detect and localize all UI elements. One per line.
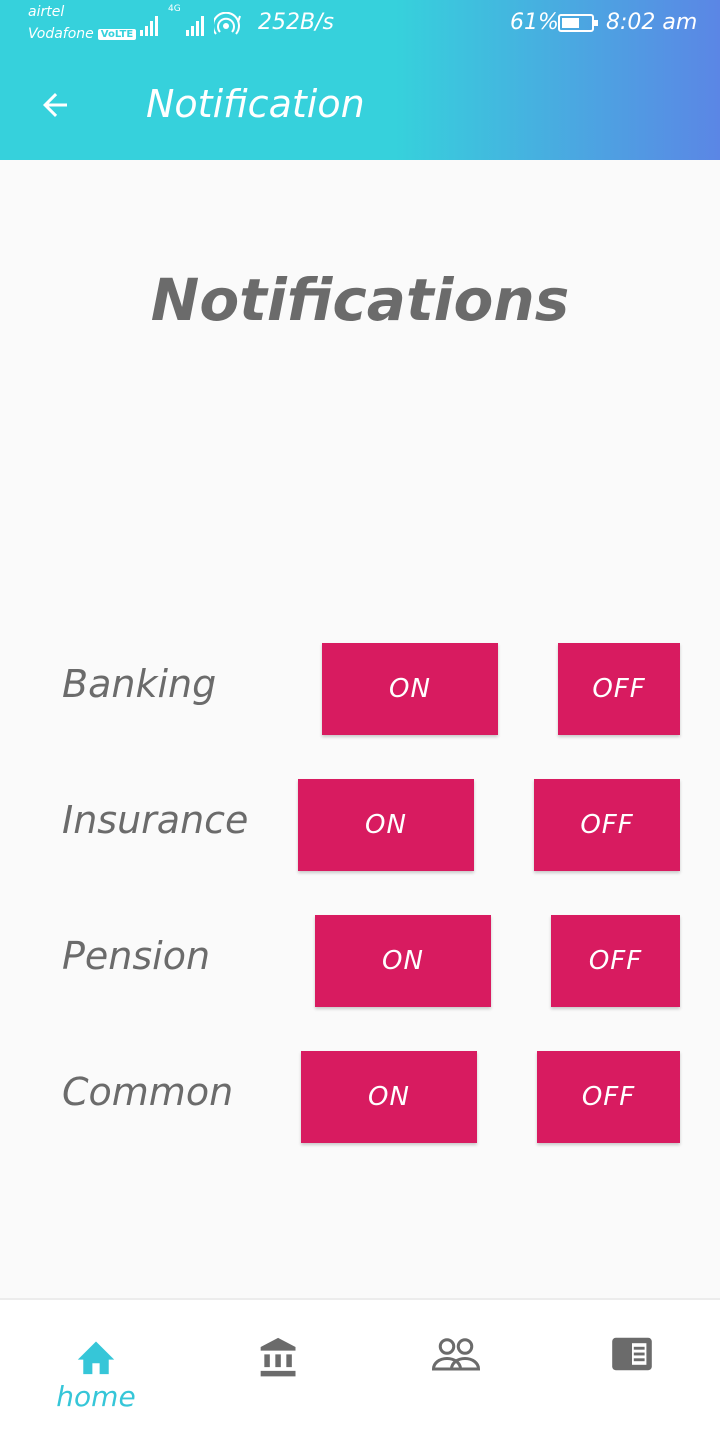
nav-item-home[interactable]: home xyxy=(6,1300,186,1440)
setting-label-common: Common xyxy=(62,1070,234,1114)
hotspot-icon xyxy=(214,12,241,35)
arrow-back-icon xyxy=(43,93,67,117)
setting-label-insurance: Insurance xyxy=(62,798,249,842)
setting-label-pension: Pension xyxy=(62,934,211,978)
app-bar-title: Notification xyxy=(146,82,365,126)
signal-2-icon: 4G xyxy=(168,4,204,36)
bank-icon xyxy=(260,1337,296,1377)
nav-label-home: home xyxy=(56,1380,136,1413)
setting-label-banking: Banking xyxy=(62,662,217,706)
nav-item-bank[interactable] xyxy=(189,1300,369,1440)
pension-on-button[interactable]: ON xyxy=(315,915,491,1007)
clock: 8:02 am xyxy=(606,10,698,35)
nav-item-news[interactable] xyxy=(542,1300,720,1440)
banking-off-button[interactable]: OFF xyxy=(558,643,680,735)
nav-item-people[interactable] xyxy=(366,1300,546,1440)
pension-off-button[interactable]: OFF xyxy=(551,915,680,1007)
status-bar: airtel Vodafone VoLTE 4G 252B/s 61% 8:02… xyxy=(0,0,720,48)
page-heading: Notifications xyxy=(150,266,570,334)
signal-1-icon xyxy=(140,14,158,36)
news-icon xyxy=(612,1337,652,1371)
volte-badge: VoLTE xyxy=(97,28,137,40)
banking-on-button[interactable]: ON xyxy=(322,643,498,735)
signal-indicators: 4G xyxy=(140,4,244,36)
carrier-2: Vodafone xyxy=(28,26,94,42)
battery-fill xyxy=(562,18,579,28)
insurance-off-button[interactable]: OFF xyxy=(534,779,680,871)
back-button[interactable] xyxy=(30,80,80,130)
common-off-button[interactable]: OFF xyxy=(537,1051,680,1143)
network-badge: 4G xyxy=(168,4,181,14)
network-speed: 252B/s xyxy=(258,10,334,35)
battery-icon xyxy=(558,14,598,32)
carrier-2-row: Vodafone VoLTE xyxy=(28,26,137,42)
insurance-on-button[interactable]: ON xyxy=(298,779,474,871)
people-icon xyxy=(432,1338,480,1371)
bottom-navigation: home xyxy=(0,1298,720,1440)
app-header: airtel Vodafone VoLTE 4G 252B/s 61% 8:02… xyxy=(0,0,720,160)
carrier-1: airtel xyxy=(28,4,65,20)
home-icon xyxy=(77,1341,115,1375)
common-on-button[interactable]: ON xyxy=(301,1051,477,1143)
battery-percent: 61% xyxy=(510,10,559,35)
